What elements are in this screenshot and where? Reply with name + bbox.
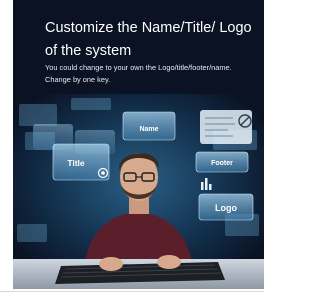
logo-panel-label: Logo: [215, 203, 237, 213]
title-panel-label: Title: [67, 158, 85, 168]
footer-panel: Footer: [195, 151, 249, 173]
banner-description: You could change to your own the Logo/ti…: [45, 63, 232, 84]
banner-title: Customize the Name/Title/ Logo of the sy…: [45, 20, 252, 59]
divider: [0, 291, 264, 292]
right-hand: [157, 255, 181, 269]
hero-illustration: Name Title Footer Logo: [13, 94, 264, 289]
name-panel: Name: [122, 111, 176, 141]
info-panel: [200, 110, 252, 144]
title-panel: Title: [52, 143, 110, 181]
logo-panel: Logo: [198, 193, 254, 221]
left-hand: [99, 257, 123, 271]
name-panel-label: Name: [139, 126, 158, 133]
footer-panel-label: Footer: [211, 160, 233, 167]
